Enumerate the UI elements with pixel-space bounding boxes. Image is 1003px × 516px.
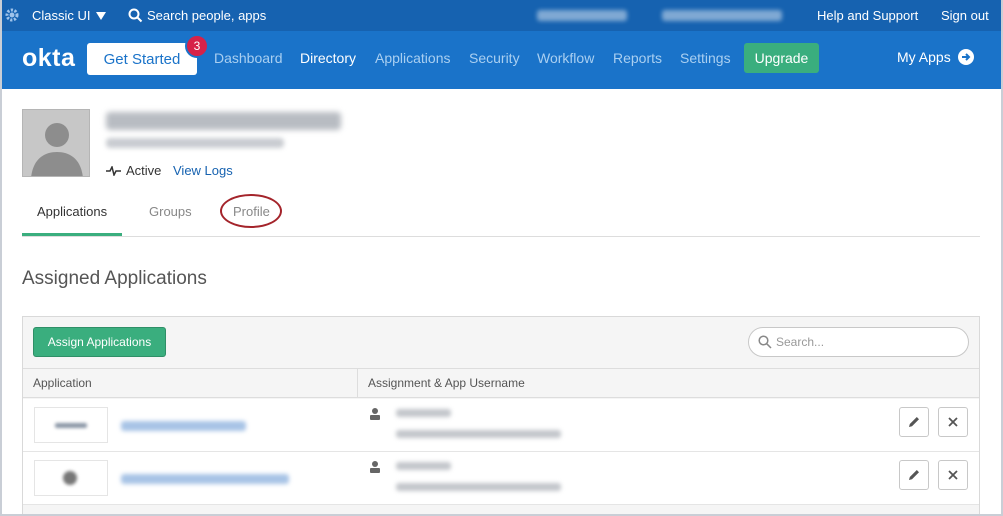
my-apps-link[interactable]: My Apps [897,49,974,65]
arrow-right-circle-icon [957,49,974,65]
table-row [23,399,979,452]
redacted-app-logo [63,471,77,485]
redacted-app-logo [55,423,87,428]
top-utility-bar: Classic UI Search people, apps Help and … [0,0,1003,31]
nav-applications[interactable]: Applications [375,50,451,66]
nav-dashboard[interactable]: Dashboard [214,50,283,66]
user-icon [370,461,380,473]
ui-mode-label: Classic UI [32,8,91,23]
app-logo [34,460,108,496]
user-status-label: Active [126,163,162,178]
redacted-username [537,10,627,21]
redacted-app-username [396,483,561,491]
search-icon [128,8,143,23]
app-search-box[interactable] [748,327,969,357]
nav-settings[interactable]: Settings [680,50,731,66]
activity-pulse-icon [106,165,121,176]
nav-reports[interactable]: Reports [613,50,662,66]
column-header-assignment[interactable]: Assignment & App Username [358,368,979,398]
avatar [22,109,90,177]
user-icon [370,408,380,420]
help-and-support-link[interactable]: Help and Support [817,8,918,23]
notification-badge: 3 [185,34,209,58]
global-search[interactable]: Search people, apps [128,8,266,23]
redacted-assignment-type [396,462,451,470]
get-started-button[interactable]: Get Started [87,43,197,75]
nav-workflow[interactable]: Workflow [537,50,594,66]
section-title: Assigned Applications [22,268,207,289]
main-navbar: okta Get Started 3 Dashboard Directory A… [0,31,1003,89]
user-status: Active [106,163,161,178]
redacted-user-email [106,138,284,148]
gear-icon[interactable] [4,7,20,23]
nav-directory[interactable]: Directory [300,50,356,66]
app-logo [34,407,108,443]
nav-security[interactable]: Security [469,50,520,66]
tab-groups[interactable]: Groups [149,204,192,219]
tab-applications[interactable]: Applications [37,204,107,219]
redacted-org [662,10,782,21]
edit-assignment-button[interactable] [899,460,929,490]
ui-mode-switch[interactable]: Classic UI [32,8,106,23]
pencil-icon [909,470,919,480]
redacted-assignment-type [396,409,451,417]
redacted-app-username [396,430,561,438]
caret-down-icon [95,12,106,20]
search-icon [758,335,772,349]
remove-assignment-button[interactable] [938,407,968,437]
app-search-input[interactable] [776,335,956,349]
okta-logo[interactable]: okta [22,44,75,73]
redacted-app-name[interactable] [121,474,289,484]
close-icon [948,470,958,480]
profile-tab-annotation-circle [220,194,282,228]
upgrade-button[interactable]: Upgrade [744,43,819,73]
avatar-placeholder-icon [23,110,89,176]
column-header-application[interactable]: Application [23,368,357,398]
close-icon [948,417,958,427]
view-logs-link[interactable]: View Logs [173,163,233,178]
table-row [23,452,979,505]
global-search-label: Search people, apps [147,8,267,23]
sign-out-link[interactable]: Sign out [941,8,989,23]
redacted-user-name [106,112,341,130]
tab-divider [22,236,980,237]
redacted-app-name[interactable] [121,421,246,431]
assign-applications-button[interactable]: Assign Applications [33,327,166,357]
my-apps-label: My Apps [897,49,951,65]
edit-assignment-button[interactable] [899,407,929,437]
remove-assignment-button[interactable] [938,460,968,490]
pencil-icon [909,417,919,427]
